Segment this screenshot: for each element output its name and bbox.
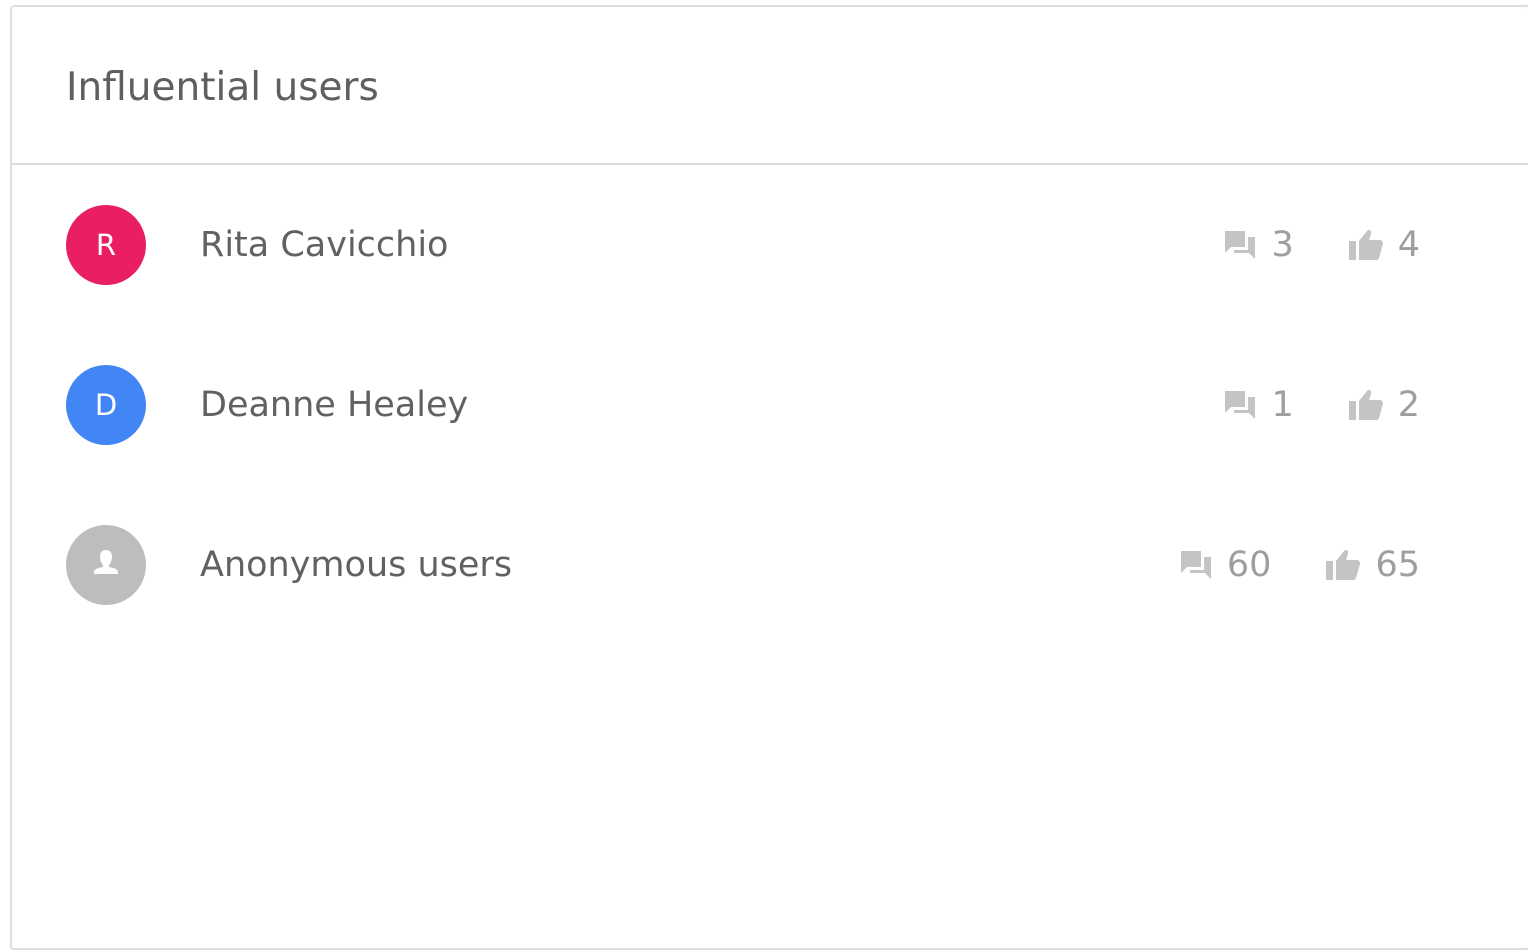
comments-stat: 60	[1179, 545, 1272, 585]
avatar-initial: R	[95, 228, 117, 262]
avatar: R	[66, 205, 146, 285]
user-stats: 3 4	[1223, 205, 1420, 285]
user-row[interactable]: R Rita Cavicchio 3 4	[12, 205, 1528, 285]
user-row[interactable]: D Deanne Healey 1 2	[12, 365, 1528, 445]
user-name[interactable]: Rita Cavicchio	[200, 205, 448, 285]
panel-title: Influential users	[66, 65, 379, 110]
thumbs-up-icon	[1348, 388, 1384, 422]
user-name[interactable]: Anonymous users	[200, 525, 512, 605]
comments-icon	[1223, 229, 1257, 261]
thumbs-up-icon	[1348, 228, 1384, 262]
likes-stat: 2	[1348, 385, 1420, 425]
influential-users-panel: Influential users R Rita Cavicchio 3 4 D…	[10, 5, 1528, 950]
comments-stat: 3	[1223, 225, 1294, 265]
likes-count: 2	[1397, 385, 1420, 425]
likes-count: 65	[1375, 545, 1420, 585]
thumbs-up-icon	[1325, 548, 1361, 582]
likes-stat: 4	[1348, 225, 1420, 265]
panel-header: Influential users	[12, 7, 1528, 165]
avatar	[66, 525, 146, 605]
likes-stat: 65	[1325, 545, 1420, 585]
person-icon	[92, 548, 120, 582]
likes-count: 4	[1397, 225, 1420, 265]
avatar: D	[66, 365, 146, 445]
comments-count: 3	[1271, 225, 1294, 265]
comments-stat: 1	[1223, 385, 1294, 425]
user-stats: 1 2	[1223, 365, 1420, 445]
comments-count: 60	[1226, 545, 1272, 585]
comments-icon	[1179, 549, 1213, 581]
user-name[interactable]: Deanne Healey	[200, 365, 468, 445]
user-row[interactable]: Anonymous users 60 65	[12, 525, 1528, 605]
comments-icon	[1223, 389, 1257, 421]
avatar-initial: D	[94, 388, 118, 422]
user-stats: 60 65	[1179, 525, 1420, 605]
comments-count: 1	[1271, 385, 1294, 425]
